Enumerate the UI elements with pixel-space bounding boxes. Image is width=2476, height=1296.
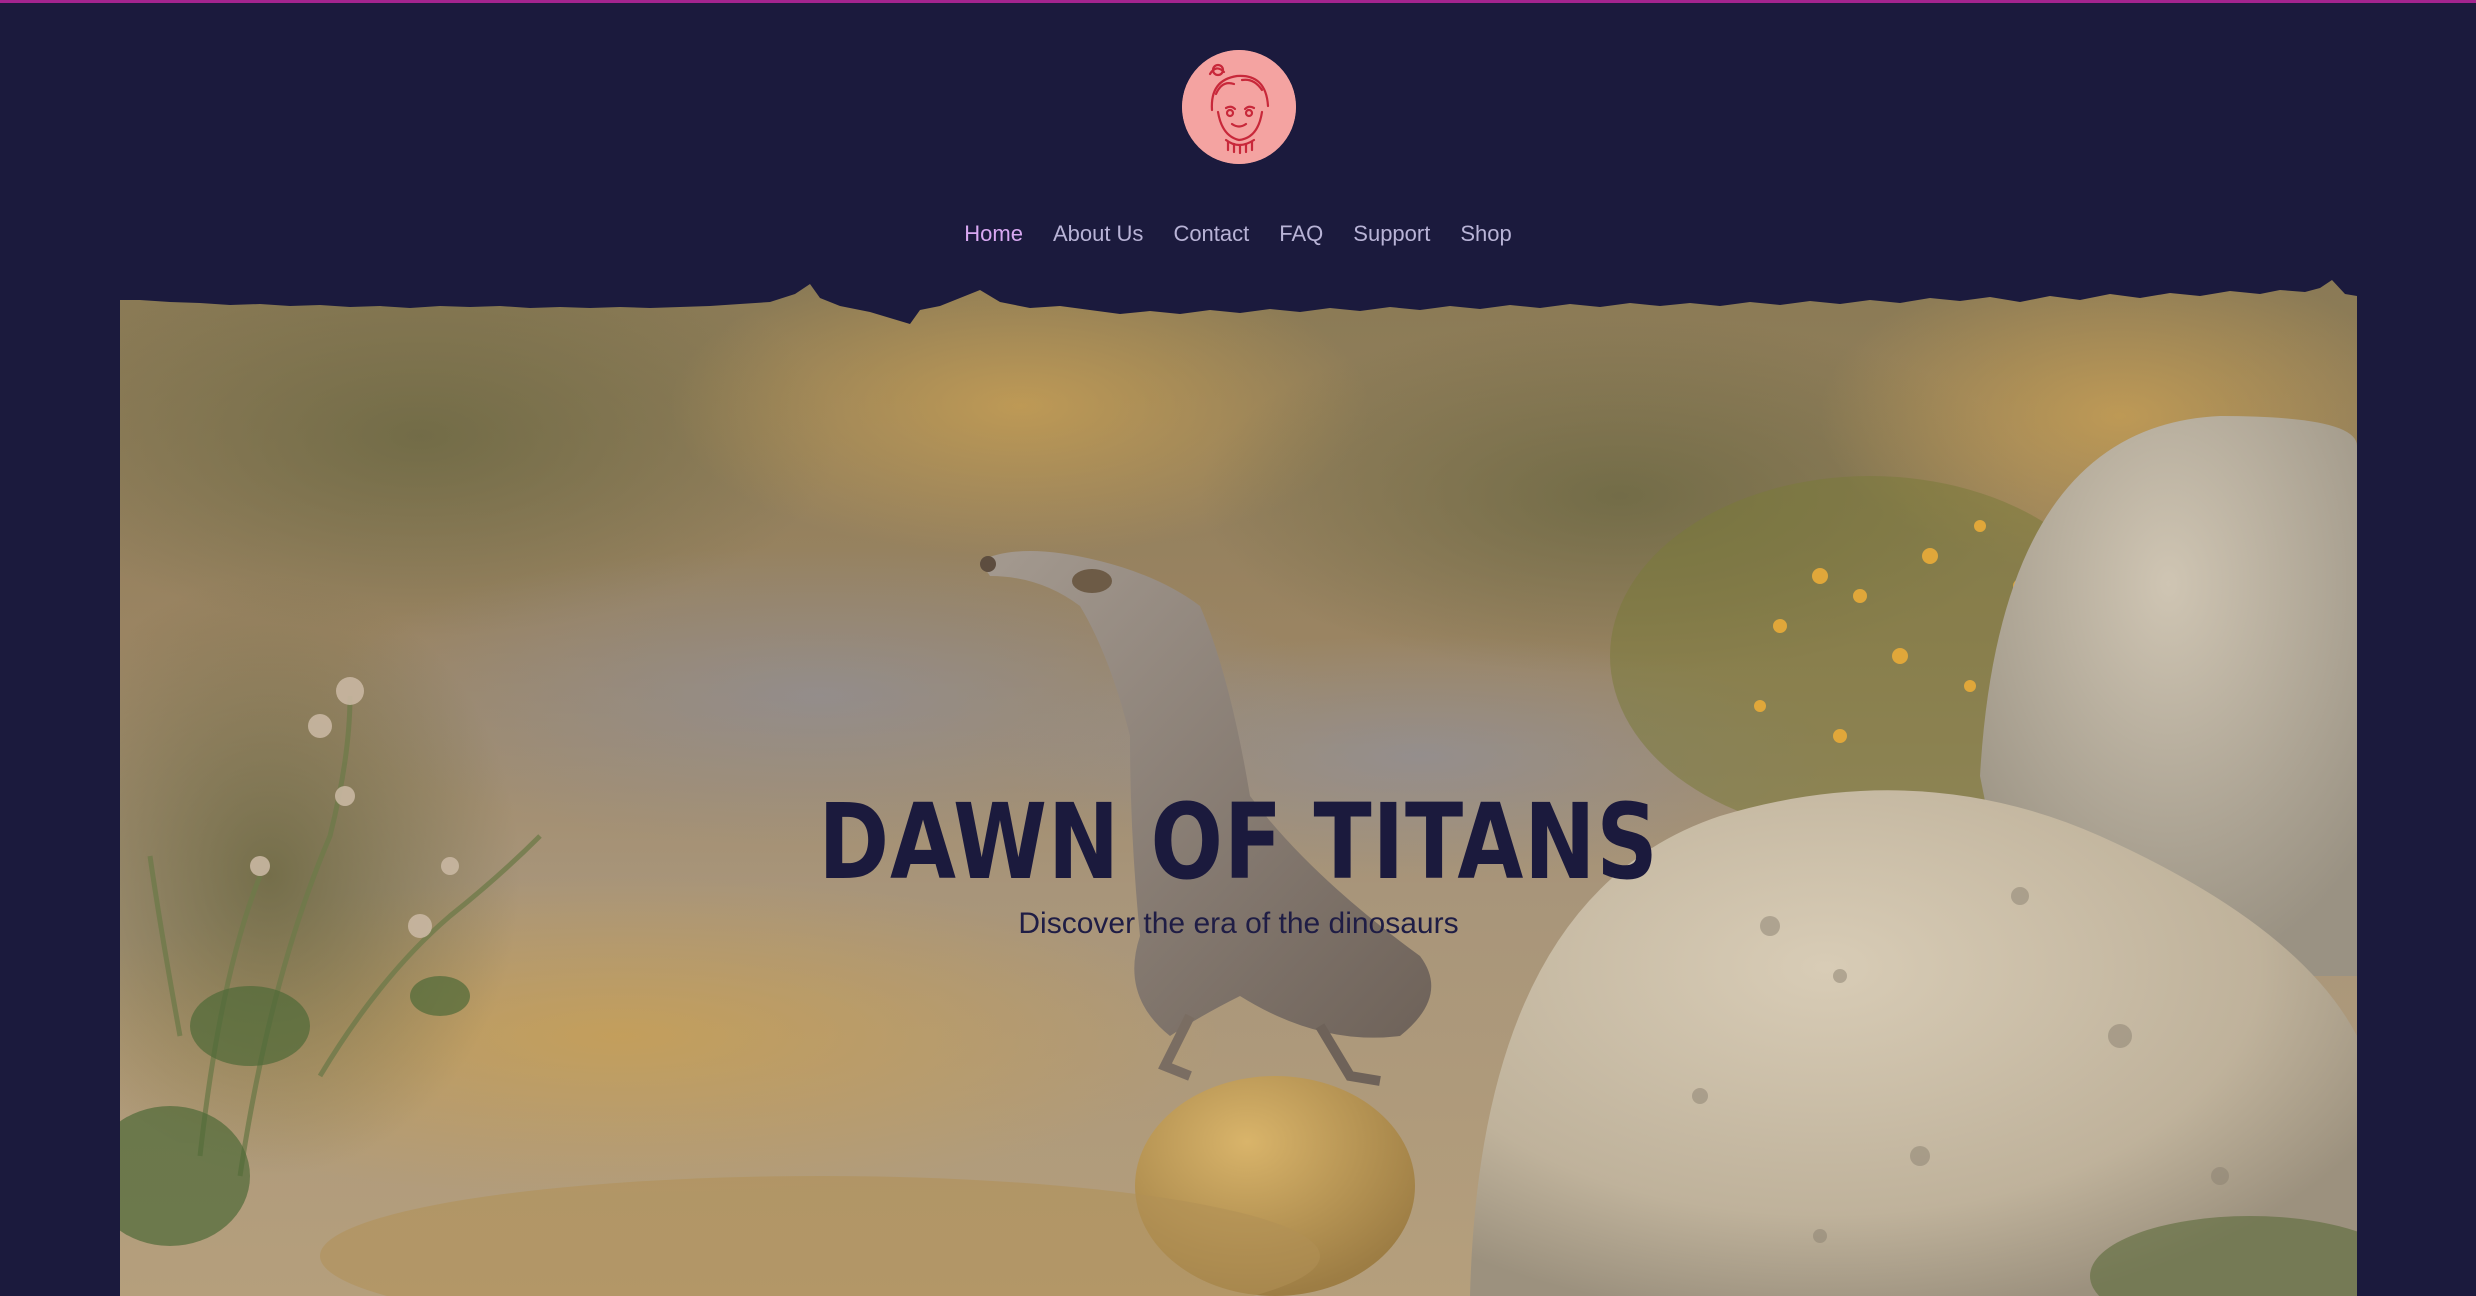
nav-home[interactable]: Home: [964, 218, 1023, 250]
nav-about-us[interactable]: About Us: [1053, 218, 1144, 250]
hero-section: DAWN OF TITANS Discover the era of the d…: [120, 276, 2357, 1296]
site-logo[interactable]: [1182, 50, 1296, 164]
torn-paper-edge: [120, 276, 2357, 336]
nav-support[interactable]: Support: [1353, 218, 1430, 250]
top-accent-line: [0, 0, 2476, 3]
hero-subtitle: Discover the era of the dinosaurs: [1018, 907, 1459, 940]
anime-character-avatar-icon: [1182, 50, 1296, 164]
nav-faq[interactable]: FAQ: [1279, 218, 1323, 250]
hero-title: DAWN OF TITANS: [818, 780, 1659, 903]
nav-shop[interactable]: Shop: [1460, 218, 1511, 250]
main-navigation: Home About Us Contact FAQ Support Shop: [0, 218, 2476, 250]
nav-contact[interactable]: Contact: [1173, 218, 1249, 250]
